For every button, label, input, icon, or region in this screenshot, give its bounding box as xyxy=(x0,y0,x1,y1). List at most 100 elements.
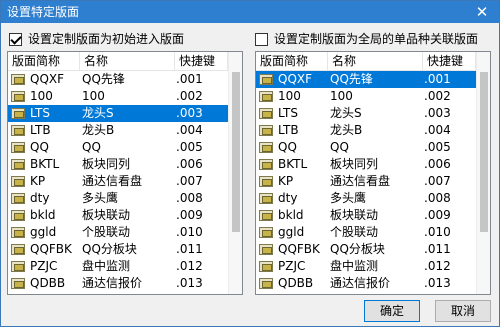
list-item[interactable]: LTB 龙头B .004 xyxy=(256,122,476,139)
initial-layout-option[interactable]: 设置定制版面为初始进入版面 xyxy=(9,31,184,47)
title-bar[interactable]: 设置特定版面 ✕ xyxy=(1,1,499,23)
abbr-text: QQXF xyxy=(30,72,65,86)
layout-icon xyxy=(11,244,25,255)
cell-abbr: QDBB xyxy=(256,275,328,292)
list-item[interactable]: bkld 板块联动 .009 xyxy=(8,207,228,224)
layout-icon xyxy=(259,159,273,170)
abbr-text: ggld xyxy=(278,225,305,239)
cell-shortcut: .011 xyxy=(424,242,451,256)
right-list-scrollbar[interactable] xyxy=(476,52,490,294)
cell-abbr: LTB xyxy=(256,122,328,139)
cell-abbr: bkld xyxy=(8,207,80,224)
cell-shortcut: .012 xyxy=(424,259,451,273)
abbr-text: KP xyxy=(30,174,46,188)
cell-abbr: PZJC xyxy=(256,258,328,275)
left-layout-list[interactable]: 版面简称 名称 快捷键 QQXF QQ先锋 .001 100 100 .002 LTS 龙头S… xyxy=(7,51,243,295)
abbr-text: BKTL xyxy=(30,157,60,171)
cell-shortcut: .007 xyxy=(424,174,451,188)
column-header-abbr[interactable]: 版面简称 xyxy=(256,52,328,71)
cell-abbr: QQXF xyxy=(256,71,328,88)
cell-abbr: ggld xyxy=(256,224,328,241)
list-item[interactable]: LTB 龙头B .004 xyxy=(8,122,228,139)
layout-icon xyxy=(259,210,273,221)
layout-icon xyxy=(259,261,273,272)
cell-name: QQ先锋 xyxy=(82,72,125,86)
list-item[interactable]: LTS 龙头S .003 xyxy=(256,105,476,122)
list-item[interactable]: PZJC 盘中监测 .012 xyxy=(8,258,228,275)
cell-shortcut: .006 xyxy=(424,157,451,171)
cell-name: 多头鹰 xyxy=(330,191,367,205)
initial-layout-label[interactable]: 设置定制版面为初始进入版面 xyxy=(28,31,184,47)
column-header-name[interactable]: 名称 xyxy=(80,52,175,71)
abbr-text: QQFBK xyxy=(278,242,320,256)
list-item[interactable]: 100 100 .002 xyxy=(256,88,476,105)
cell-name: 个股联动 xyxy=(330,225,379,239)
abbr-text: KP xyxy=(278,174,294,188)
abbr-text: dty xyxy=(278,191,298,205)
cell-shortcut: .003 xyxy=(424,106,451,120)
scrollbar-thumb[interactable] xyxy=(480,72,488,232)
cancel-button[interactable]: 取消 xyxy=(435,300,491,322)
list-item[interactable]: PZJC 盘中监测 .012 xyxy=(256,258,476,275)
abbr-text: 100 xyxy=(278,89,301,103)
cell-name: 通达信报价 xyxy=(330,276,391,290)
list-item[interactable]: ggld 个股联动 .010 xyxy=(256,224,476,241)
list-item[interactable]: dty 多头鹰 .008 xyxy=(8,190,228,207)
list-item[interactable]: KP 通达信看盘 .007 xyxy=(256,173,476,190)
abbr-text: QQXF xyxy=(278,72,313,86)
column-header-name[interactable]: 名称 xyxy=(328,52,423,71)
cell-shortcut: .010 xyxy=(424,225,451,239)
list-item[interactable]: bkld 板块联动 .009 xyxy=(256,207,476,224)
scrollbar-thumb[interactable] xyxy=(232,72,240,232)
global-linked-layout-label[interactable]: 设置定制版面为全局的单品种关联版面 xyxy=(274,31,478,47)
list-item[interactable]: QDBB 通达信报价 .013 xyxy=(256,275,476,292)
abbr-text: QQFBK xyxy=(30,242,72,256)
cell-name: 通达信看盘 xyxy=(330,174,391,188)
cell-abbr: 100 xyxy=(8,88,80,105)
column-header-shortcut[interactable]: 快捷键 xyxy=(423,52,476,71)
list-item[interactable]: QQFBK QQ分板块 .011 xyxy=(8,241,228,258)
cell-name: 板块同列 xyxy=(82,157,131,171)
close-icon[interactable]: ✕ xyxy=(465,1,499,23)
window-title: 设置特定版面 xyxy=(7,5,80,19)
cell-abbr: QQFBK xyxy=(256,241,328,258)
global-linked-layout-checkbox[interactable] xyxy=(255,32,268,46)
column-header-abbr[interactable]: 版面简称 xyxy=(8,52,80,71)
left-list-scrollbar[interactable] xyxy=(228,52,242,294)
cell-name: QQ先锋 xyxy=(330,72,373,86)
list-item[interactable]: QQXF QQ先锋 .001 xyxy=(8,71,228,88)
ok-button[interactable]: 确定 xyxy=(364,300,420,322)
cell-shortcut: .004 xyxy=(176,123,203,137)
cell-abbr: PZJC xyxy=(8,258,80,275)
list-item[interactable]: QQ QQ .005 xyxy=(256,139,476,156)
cell-abbr: QQFBK xyxy=(8,241,80,258)
cell-shortcut: .002 xyxy=(424,89,451,103)
initial-layout-checkbox[interactable] xyxy=(9,32,22,46)
right-layout-list[interactable]: 版面简称 名称 快捷键 QQXF QQ先锋 .001 100 100 .002 LTS 龙头S… xyxy=(255,51,491,295)
layout-icon xyxy=(259,227,273,238)
list-item[interactable]: LTS 龙头S .003 xyxy=(8,105,228,122)
abbr-text: QQ xyxy=(278,140,297,154)
list-item[interactable]: KP 通达信看盘 .007 xyxy=(8,173,228,190)
cell-name: 100 xyxy=(330,89,353,103)
cell-abbr: BKTL xyxy=(8,156,80,173)
list-item[interactable]: ggld 个股联动 .010 xyxy=(8,224,228,241)
list-item[interactable]: BKTL 板块同列 .006 xyxy=(256,156,476,173)
list-item[interactable]: 100 100 .002 xyxy=(8,88,228,105)
list-item[interactable]: QQFBK QQ分板块 .011 xyxy=(256,241,476,258)
dialog-window: 设置特定版面 ✕ 设置定制版面为初始进入版面 设置定制版面为全局的单品种关联版面… xyxy=(0,0,500,327)
cell-shortcut: .005 xyxy=(176,140,203,154)
cell-shortcut: .008 xyxy=(424,191,451,205)
cell-abbr: QDBB xyxy=(8,275,80,292)
list-item[interactable]: dty 多头鹰 .008 xyxy=(256,190,476,207)
global-linked-layout-option[interactable]: 设置定制版面为全局的单品种关联版面 xyxy=(255,31,478,47)
list-header: 版面简称 名称 快捷键 xyxy=(256,52,476,71)
list-item[interactable]: QQXF QQ先锋 .001 xyxy=(256,71,476,88)
cell-shortcut: .001 xyxy=(424,72,451,86)
list-item[interactable]: QQ QQ .005 xyxy=(8,139,228,156)
list-item[interactable]: BKTL 板块同列 .006 xyxy=(8,156,228,173)
abbr-text: LTB xyxy=(278,123,299,137)
list-item[interactable]: QDBB 通达信报价 .013 xyxy=(8,275,228,292)
column-header-shortcut[interactable]: 快捷键 xyxy=(175,52,228,71)
cell-shortcut: .010 xyxy=(176,225,203,239)
